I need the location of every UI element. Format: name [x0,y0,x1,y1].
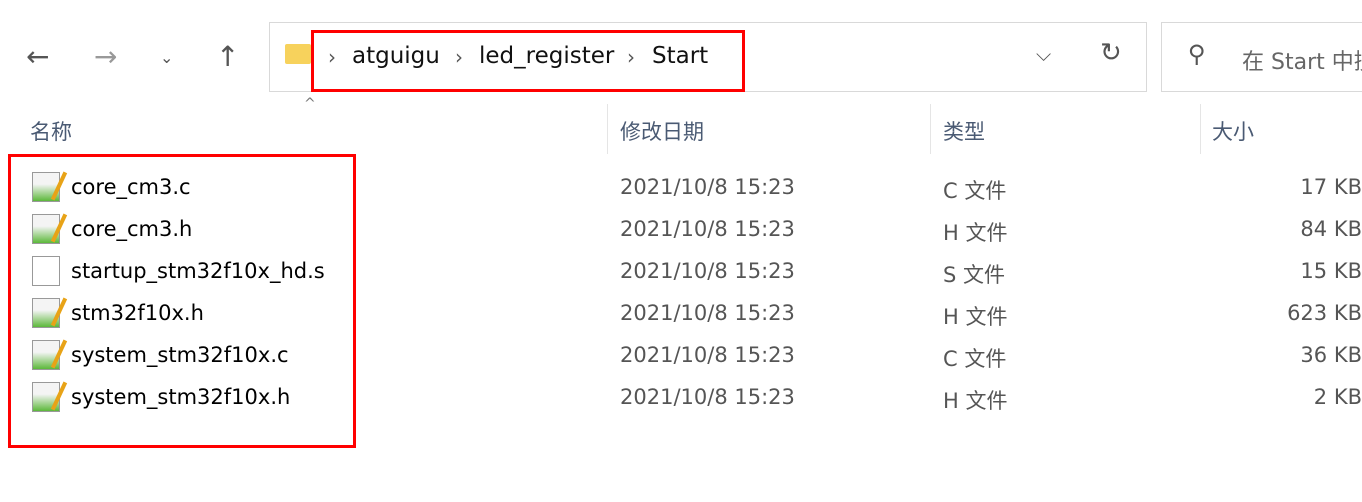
breadcrumb-led-register[interactable]: led_register [479,43,614,69]
column-header-name[interactable]: 名称 [30,116,72,146]
forward-button[interactable]: → [94,40,117,73]
up-button[interactable]: ↑ [216,40,239,73]
file-date: 2021/10/8 15:23 [620,217,795,241]
file-size: 84 KB [1300,217,1362,241]
file-size: 15 KB [1300,259,1362,283]
folder-icon [285,44,311,64]
file-type: S 文件 [943,263,1006,287]
column-header-date[interactable]: 修改日期 [620,116,704,146]
file-list-highlight [8,154,356,448]
chevron-right-icon: › [328,45,336,69]
file-type: H 文件 [943,389,1008,413]
file-size: 36 KB [1300,343,1362,367]
breadcrumb-start[interactable]: Start [652,43,708,69]
back-button[interactable]: ← [26,40,49,73]
breadcrumb-atguigu[interactable]: atguigu [352,43,440,69]
column-divider[interactable] [607,104,608,154]
chevron-right-icon: › [455,45,463,69]
file-date: 2021/10/8 15:23 [620,385,795,409]
refresh-icon[interactable]: ↻ [1100,38,1122,68]
file-type: H 文件 [943,221,1008,245]
file-size: 623 KB [1287,301,1362,325]
column-divider[interactable] [930,104,931,154]
file-date: 2021/10/8 15:23 [620,175,795,199]
file-size: 17 KB [1300,175,1362,199]
column-divider[interactable] [1200,104,1201,154]
search-icon: ⚲ [1188,40,1206,68]
search-input[interactable]: 在 Start 中搜索 [1242,44,1362,76]
recent-locations-chevron-icon[interactable]: ⌄ [160,48,173,67]
column-header-size[interactable]: 大小 [1212,116,1254,146]
file-type: C 文件 [943,347,1007,371]
column-header-type[interactable]: 类型 [943,116,985,146]
file-type: H 文件 [943,305,1008,329]
file-size: 2 KB [1313,385,1362,409]
file-date: 2021/10/8 15:23 [620,343,795,367]
chevron-right-icon: › [627,45,635,69]
file-type: C 文件 [943,179,1007,203]
sort-ascending-icon: ^ [304,96,316,112]
file-date: 2021/10/8 15:23 [620,301,795,325]
file-date: 2021/10/8 15:23 [620,259,795,283]
address-dropdown-icon[interactable]: ⌵ [1036,42,1051,66]
